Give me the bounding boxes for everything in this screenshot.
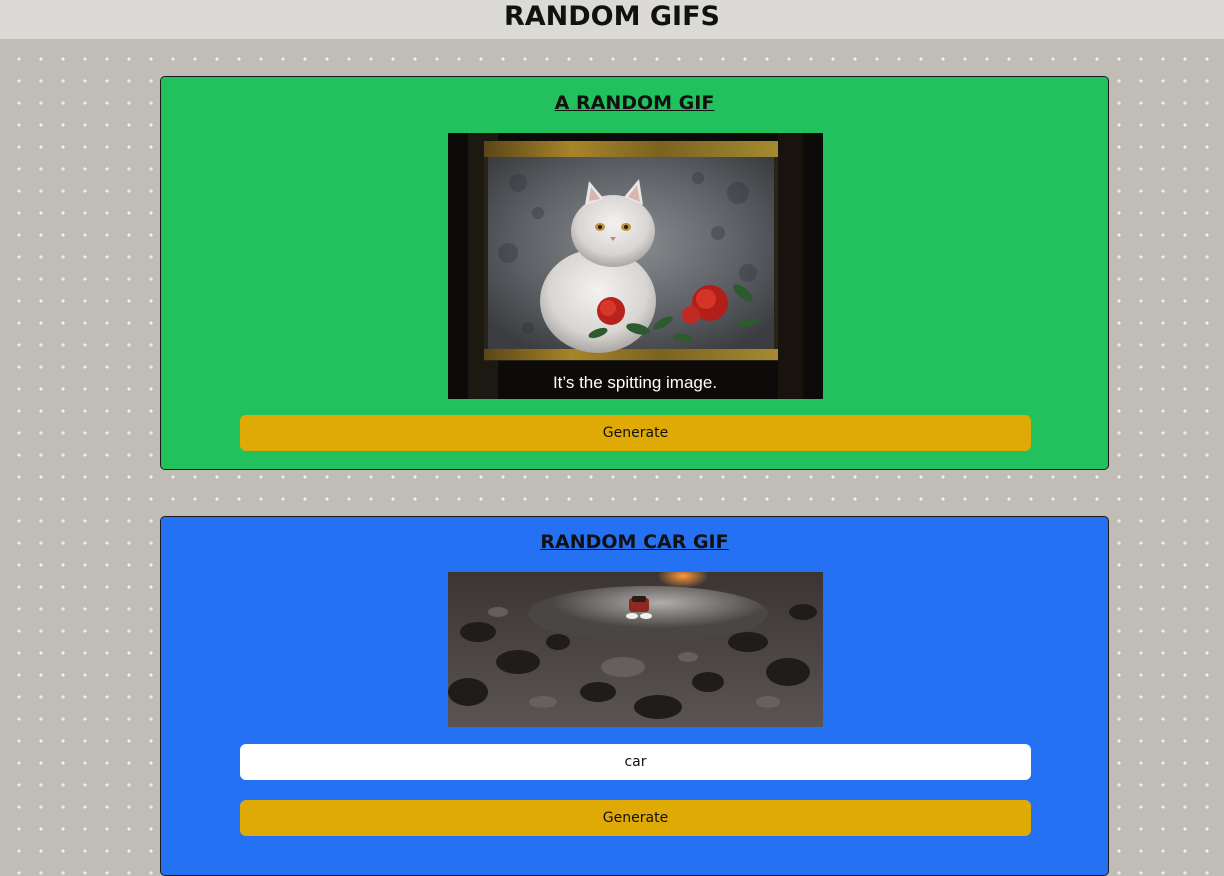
random-generate-button[interactable]: Generate [240,415,1031,451]
tag-input[interactable] [240,744,1031,780]
tag-gif-title: RANDOM CAR GIF [540,531,729,553]
random-gif-image: It’s the spitting image. [448,133,823,399]
gif-caption: It’s the spitting image. [553,373,717,392]
random-gif-title: A RANDOM GIF [554,92,715,114]
page-header: RANDOM GIFS [0,0,1224,39]
tag-gif-card: RANDOM CAR GIF car Generate [160,516,1109,876]
random-gif-card: A RANDOM GIF It’s the spitting image. Ge… [160,76,1109,470]
tag-generate-button[interactable]: Generate [240,800,1031,836]
page-title: RANDOM GIFS [503,1,720,32]
tag-gif-image [448,572,823,727]
